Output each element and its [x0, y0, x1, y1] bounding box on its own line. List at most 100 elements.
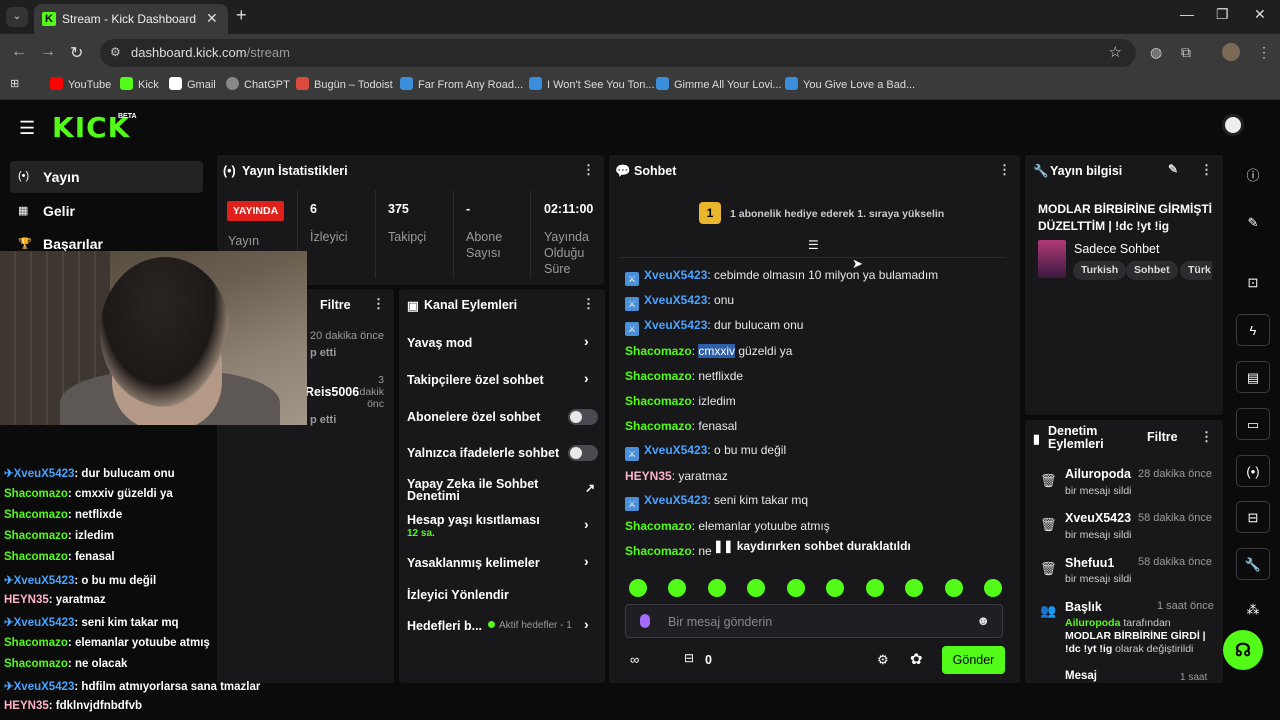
- chevron-right-icon[interactable]: ›: [584, 370, 589, 386]
- sidebar-item-gelir[interactable]: ▦ Gelir: [10, 195, 203, 227]
- emote-icon[interactable]: [826, 579, 844, 597]
- emote-icon[interactable]: [747, 579, 765, 597]
- mod-user[interactable]: XveuX5423: [1065, 511, 1131, 525]
- back-icon[interactable]: ←: [11, 43, 27, 61]
- chat-paused-banner[interactable]: ❚❚ kaydırırken sohbet duraklatıldı: [712, 534, 912, 558]
- channel-points-icon[interactable]: ∞: [630, 652, 639, 667]
- tab-search-button[interactable]: ⌄: [6, 7, 28, 27]
- site-info-icon[interactable]: ⚙: [110, 45, 121, 59]
- emoji-icon[interactable]: ☻: [976, 613, 990, 628]
- broadcast-icon[interactable]: (•): [1236, 455, 1270, 487]
- category-name[interactable]: Sadece Sohbet: [1074, 242, 1160, 256]
- bookmark-song-3[interactable]: Gimme All Your Lovi...: [656, 77, 782, 91]
- account-age-action[interactable]: Hesap yaşı kısıtlaması: [407, 513, 540, 527]
- bookmark-star-icon[interactable]: ☆: [1109, 43, 1122, 61]
- apps-grid-icon[interactable]: ⊞: [10, 77, 19, 90]
- emote-icon[interactable]: [984, 579, 1002, 597]
- new-tab-button[interactable]: +: [236, 5, 247, 26]
- profile-avatar[interactable]: [1222, 43, 1240, 61]
- chat-bubble-icon[interactable]: ▭: [1236, 408, 1270, 440]
- reload-icon[interactable]: ↻: [70, 43, 83, 63]
- emote-icon[interactable]: [945, 579, 963, 597]
- bookmark-kick[interactable]: Kick: [120, 77, 159, 91]
- lightning-icon[interactable]: ϟ: [1236, 314, 1270, 346]
- followers-only-action[interactable]: Takipçilere özel sohbet: [407, 373, 544, 387]
- chat-settings-icon[interactable]: ⚙: [877, 652, 889, 668]
- chat-message[interactable]: Shacomazo: cmxxiv güzeldi ya: [625, 344, 792, 358]
- notes-icon[interactable]: ▤: [1236, 361, 1270, 393]
- filter-icon[interactable]: ☰: [808, 238, 819, 252]
- info-icon[interactable]: ⓘ: [1236, 160, 1270, 192]
- events-filter-button[interactable]: Filtre: [320, 298, 351, 312]
- bookmark-chatgpt[interactable]: ChatGPT: [226, 77, 290, 91]
- forward-icon[interactable]: →: [40, 43, 56, 61]
- bookmark-song-2[interactable]: I Won't See You Ton...: [529, 77, 655, 91]
- emote-picker-icon[interactable]: ✿: [910, 650, 923, 668]
- emote-icon[interactable]: [905, 579, 923, 597]
- gift-icon[interactable]: ⊟: [684, 651, 694, 665]
- bookmark-youtube[interactable]: YouTube: [50, 77, 111, 91]
- chat-message[interactable]: Shacomazo: elemanlar yotuube atmış: [625, 519, 830, 533]
- goals-action[interactable]: Hedefleri b...: [407, 619, 482, 633]
- subscribers-only-toggle[interactable]: [568, 409, 598, 425]
- host-viewer-action[interactable]: İzleyici Yönlendir: [407, 588, 509, 602]
- more-options-icon[interactable]: ⋮: [582, 296, 595, 312]
- close-tab-icon[interactable]: ✕: [206, 10, 218, 27]
- apps-dots-icon[interactable]: ⁂: [1236, 594, 1270, 626]
- emote-icon[interactable]: [629, 579, 647, 597]
- support-button[interactable]: ☊: [1223, 630, 1263, 670]
- sidebar-item-yayin[interactable]: (•) Yayın: [10, 161, 203, 193]
- category-thumbnail[interactable]: [1038, 240, 1066, 278]
- emote-icon[interactable]: [787, 579, 805, 597]
- browser-tab[interactable]: K Stream - Kick Dashboard ✕: [34, 4, 228, 34]
- window-close-icon[interactable]: ✕: [1254, 6, 1266, 23]
- chat-message[interactable]: ⚔ XveuX5423: cebimde olmasın 10 milyon ya…: [625, 268, 938, 286]
- more-options-icon[interactable]: ⋮: [372, 296, 385, 312]
- banned-words-action[interactable]: Yasaklanmış kelimeler: [407, 556, 540, 570]
- user-avatar[interactable]: [1222, 114, 1244, 136]
- minimize-icon[interactable]: —: [1180, 6, 1194, 22]
- layout-icon[interactable]: ⊟: [1236, 501, 1270, 533]
- emote-icon[interactable]: [866, 579, 884, 597]
- slow-mode-action[interactable]: Yavaş mod: [407, 336, 472, 350]
- more-options-icon[interactable]: ⋮: [1200, 429, 1213, 445]
- chat-message[interactable]: Shacomazo: netflixde: [625, 369, 743, 383]
- address-bar[interactable]: ⚙ dashboard.kick.com/stream ☆: [100, 39, 1136, 67]
- emotes-only-toggle[interactable]: [568, 445, 598, 461]
- screenshot-icon[interactable]: ⊡: [1236, 267, 1270, 299]
- chat-message[interactable]: Shacomazo: ne o: [625, 544, 722, 558]
- chevron-right-icon[interactable]: ›: [584, 553, 589, 569]
- maximize-icon[interactable]: ❐: [1216, 6, 1229, 23]
- mod-user[interactable]: Ailuropoda: [1065, 467, 1131, 481]
- wrench-icon[interactable]: 🔧: [1236, 548, 1270, 580]
- bookmark-todoist[interactable]: Bugün – Todoist: [296, 77, 393, 91]
- external-link-icon[interactable]: ↗: [585, 481, 595, 495]
- chat-message[interactable]: ⚔ XveuX5423: onu: [625, 293, 734, 311]
- chevron-right-icon[interactable]: ›: [584, 333, 589, 349]
- hamburger-menu-icon[interactable]: ☰: [19, 118, 35, 139]
- moderation-filter-button[interactable]: Filtre: [1147, 430, 1178, 444]
- emote-icon[interactable]: [668, 579, 686, 597]
- bookmark-gmail[interactable]: Gmail: [169, 77, 216, 91]
- emote-icon[interactable]: [708, 579, 726, 597]
- ai-moderation-action[interactable]: Yapay Zeka ile Sohbet Denetimi: [407, 478, 557, 503]
- chat-message[interactable]: HEYN35: yaratmaz: [625, 469, 728, 483]
- chat-message[interactable]: ⚔ XveuX5423: dur bulucam onu: [625, 318, 803, 336]
- chat-message[interactable]: Shacomazo: izledim: [625, 394, 736, 408]
- extensions-puzzle-icon[interactable]: ⧉: [1181, 44, 1191, 61]
- microphone-icon[interactable]: [640, 614, 650, 628]
- mod-user[interactable]: Shefuu1: [1065, 556, 1114, 570]
- more-options-icon[interactable]: ⋮: [582, 162, 595, 178]
- gift-notice[interactable]: 1 abonelik hediye ederek 1. sıraya yükse…: [730, 208, 944, 220]
- more-options-icon[interactable]: ⋮: [998, 162, 1011, 178]
- chat-message[interactable]: ⚔ XveuX5423: seni kim takar mq: [625, 493, 808, 511]
- edit-icon[interactable]: ✎: [1168, 162, 1178, 176]
- extension-icon[interactable]: ◍: [1150, 44, 1162, 61]
- send-button[interactable]: Gönder: [942, 646, 1005, 674]
- chevron-right-icon[interactable]: ›: [584, 616, 589, 632]
- edit-icon[interactable]: ✎: [1236, 207, 1270, 239]
- more-options-icon[interactable]: ⋮: [1200, 162, 1213, 178]
- chat-message[interactable]: ⚔ XveuX5423: o bu mu değil: [625, 443, 786, 461]
- chat-message-input[interactable]: Bir mesaj gönderin ☻: [625, 604, 1003, 638]
- chat-message[interactable]: Shacomazo: fenasal: [625, 419, 737, 433]
